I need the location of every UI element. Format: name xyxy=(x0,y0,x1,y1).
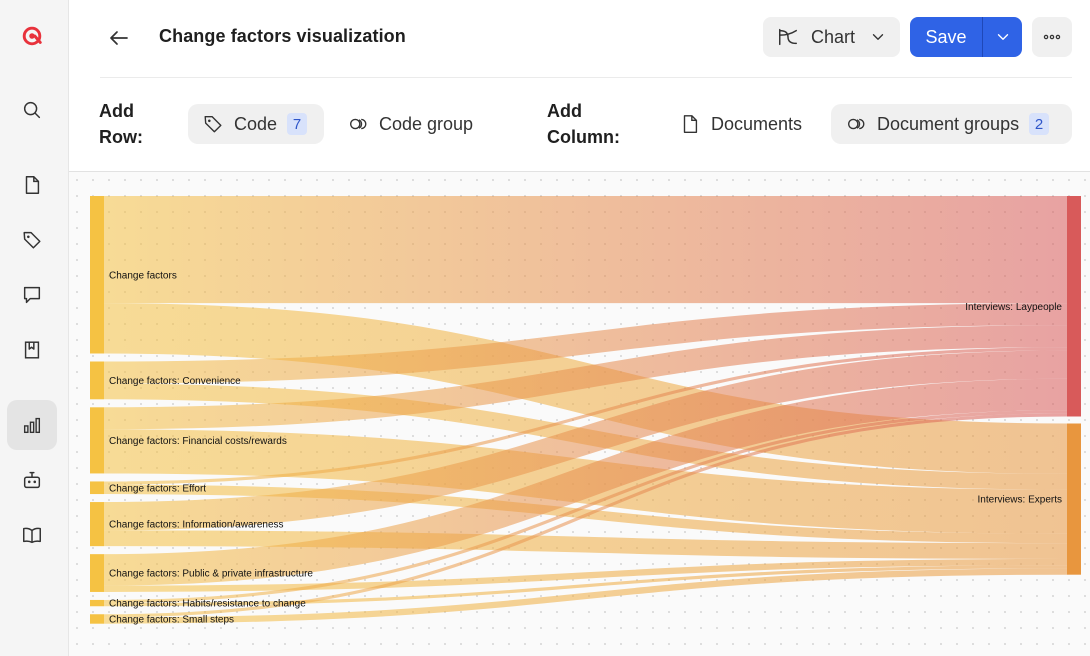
column-option-document-groups[interactable]: Document groups 2 xyxy=(831,104,1072,144)
logo-icon[interactable] xyxy=(7,11,57,61)
tag-icon[interactable] xyxy=(7,215,57,265)
chart-type-label: Chart xyxy=(811,26,856,47)
sankey-target-label: Interviews: Experts xyxy=(978,495,1062,506)
document-icon xyxy=(679,113,701,135)
sankey-source-node[interactable] xyxy=(90,502,104,547)
more-horizontal-icon xyxy=(1043,34,1061,40)
row-option-code-count: 7 xyxy=(287,113,308,135)
sankey-source-node[interactable] xyxy=(90,407,104,474)
sankey-source-label: Change factors: Information/awareness xyxy=(109,520,284,531)
bookmark-icon[interactable] xyxy=(7,325,57,375)
chart-canvas: Change factors Change factors: Convenienc… xyxy=(69,172,1090,656)
column-option-documents[interactable]: Documents xyxy=(679,104,809,144)
column-option-documents-label: Documents xyxy=(711,113,803,134)
sidebar xyxy=(0,0,69,656)
header: Change factors visualization Chart Save xyxy=(69,0,1090,77)
more-options-button[interactable] xyxy=(1032,17,1072,57)
group-icon xyxy=(347,113,369,135)
document-icon[interactable] xyxy=(7,160,57,210)
group-icon xyxy=(845,113,867,135)
column-option-document-groups-count: 2 xyxy=(1029,113,1050,135)
robot-icon[interactable] xyxy=(7,455,57,505)
search-icon[interactable] xyxy=(7,85,57,135)
sankey-source-label: Change factors: Public & private infrast… xyxy=(109,569,313,580)
sankey-target-label: Interviews: Laypeople xyxy=(965,302,1062,313)
row-option-code-group[interactable]: Code group xyxy=(347,104,497,144)
chevron-down-icon xyxy=(872,34,884,40)
sankey-source-label: Change factors: Financial costs/rewards xyxy=(109,436,287,447)
row-option-code-group-label: Code group xyxy=(379,113,474,134)
sankey-source-label: Change factors: Small steps xyxy=(109,614,234,625)
comment-icon[interactable] xyxy=(7,270,57,320)
save-button[interactable]: Save xyxy=(910,17,982,57)
book-icon[interactable] xyxy=(7,510,57,560)
sankey-target-node[interactable] xyxy=(1067,196,1081,417)
sankey-chart: Change factors Change factors: Convenienc… xyxy=(90,196,1081,625)
sankey-target-node[interactable] xyxy=(1067,423,1081,575)
sankey-source-label: Change factors: Effort xyxy=(109,483,206,494)
sankey-source-label: Change factors xyxy=(109,270,177,281)
sankey-source-node[interactable] xyxy=(90,361,104,400)
add-row-label: Add Row: xyxy=(99,101,143,147)
sankey-chart-icon xyxy=(779,28,797,46)
bar-chart-icon[interactable] xyxy=(7,400,57,450)
save-options-button[interactable] xyxy=(982,17,1022,57)
config-bar: Add Row: Code 7 Code group Add Column: D… xyxy=(69,78,1090,172)
chart-type-dropdown[interactable]: Chart xyxy=(763,17,900,57)
back-arrow-icon[interactable] xyxy=(105,24,133,52)
row-option-code[interactable]: Code 7 xyxy=(188,104,324,144)
sankey-source-label: Change factors: Habits/resistance to cha… xyxy=(109,599,306,610)
sankey-source-node[interactable] xyxy=(90,196,104,354)
page-title: Change factors visualization xyxy=(159,26,406,46)
sankey-source-node[interactable] xyxy=(90,614,104,624)
sankey-source-node[interactable] xyxy=(90,599,104,607)
tag-icon xyxy=(202,113,224,135)
sankey-source-node[interactable] xyxy=(90,554,104,592)
chevron-down-icon xyxy=(997,34,1008,40)
column-option-document-groups-label: Document groups xyxy=(877,113,1020,134)
add-column-label: Add Column: xyxy=(547,101,620,147)
row-option-code-label: Code xyxy=(234,113,278,134)
sankey-source-node[interactable] xyxy=(90,481,104,495)
sankey-source-label: Change factors: Convenience xyxy=(109,376,241,387)
